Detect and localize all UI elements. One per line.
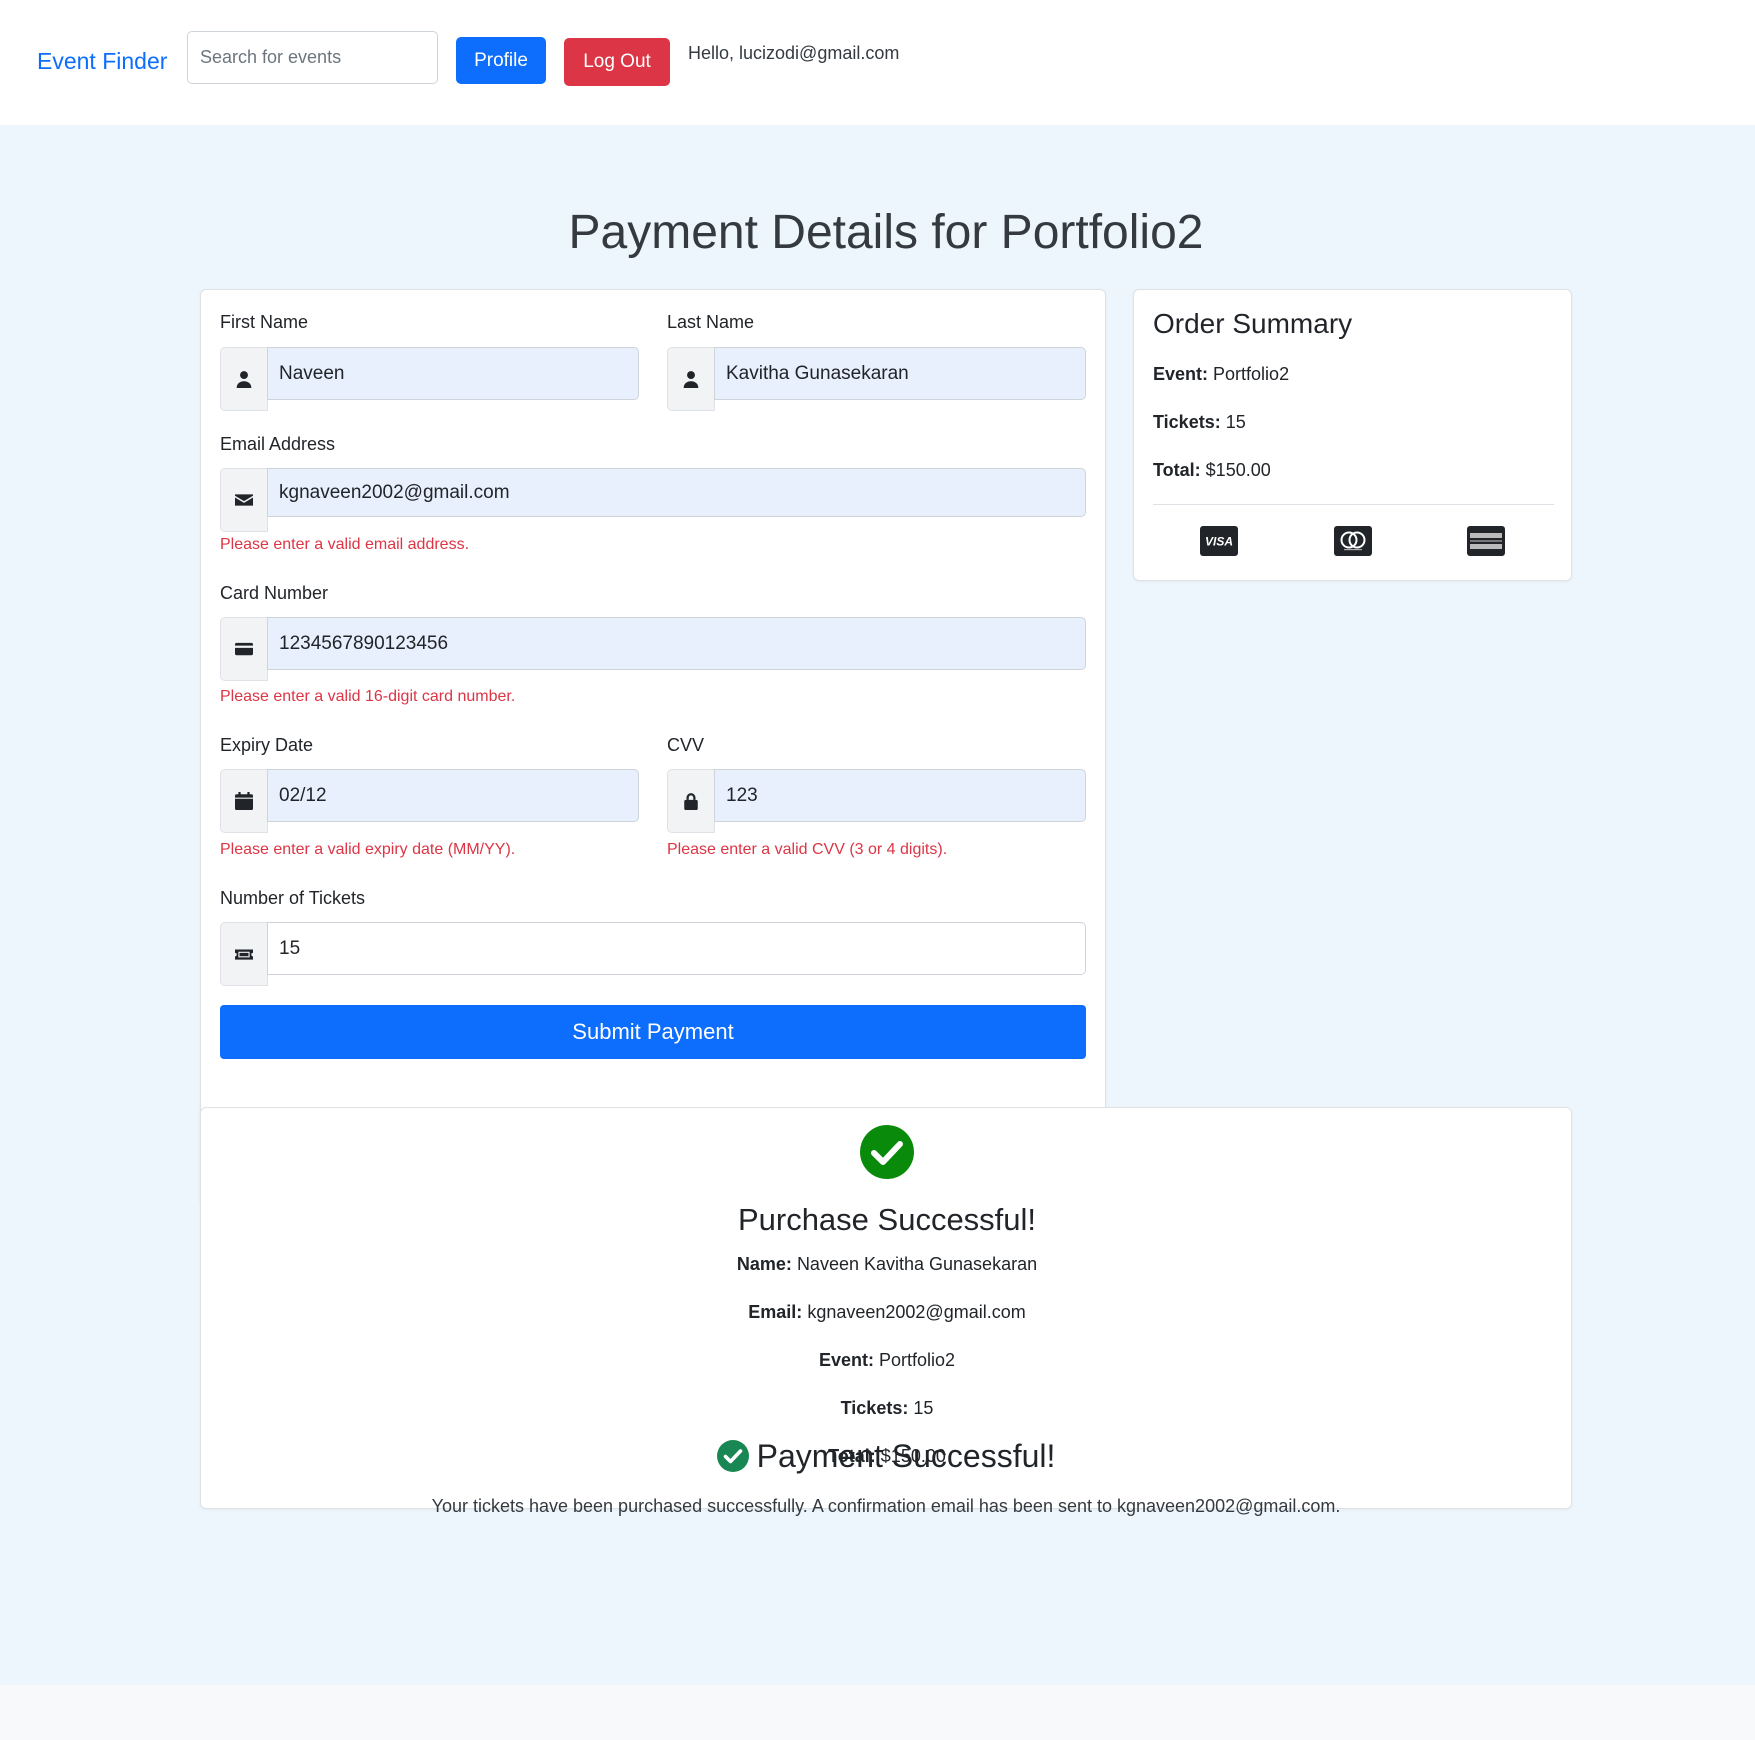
brand-link[interactable]: Event Finder	[37, 48, 167, 75]
search-input[interactable]	[187, 31, 438, 84]
amex-icon	[1467, 526, 1505, 556]
purchase-email-value: kgnaveen2002@gmail.com	[807, 1302, 1026, 1322]
last-name-group	[667, 347, 1086, 411]
svg-text:VISA: VISA	[1205, 535, 1233, 549]
check-circle-icon	[716, 1440, 749, 1472]
payment-form: First Name Last Name Email Address Pleas…	[200, 289, 1106, 1204]
cvv-error: Please enter a valid CVV (3 or 4 digits)…	[667, 841, 948, 858]
order-summary-title: Order Summary	[1153, 308, 1353, 339]
card-number-input[interactable]	[267, 617, 1086, 670]
user-greeting: Hello, lucizodi@gmail.com	[688, 43, 900, 63]
purchase-tickets: Tickets: 15	[201, 1398, 1573, 1419]
navbar: Event Finder Profile Log Out Hello, luci…	[0, 0, 1755, 125]
visa-icon: VISA	[1200, 526, 1238, 556]
envelope-icon	[220, 468, 268, 532]
mastercard-icon	[1334, 526, 1372, 556]
summary-tickets-value: 15	[1225, 412, 1246, 432]
summary-event-value: Portfolio2	[1213, 364, 1290, 384]
page-title: Payment Details for Portfolio2	[568, 206, 1204, 259]
ticket-icon	[220, 922, 268, 986]
profile-button[interactable]: Profile	[456, 37, 546, 84]
email-group	[220, 468, 1086, 532]
summary-tickets-label: Tickets:	[1153, 412, 1221, 432]
card-number-group	[220, 617, 1086, 681]
payment-success-title: Payment Successful!	[756, 1438, 1056, 1474]
purchase-event-value: Portfolio2	[878, 1350, 956, 1370]
purchase-name-label: Name:	[736, 1254, 792, 1274]
logout-button[interactable]: Log Out	[564, 38, 670, 86]
tickets-label: Number of Tickets	[220, 888, 366, 908]
tickets-input[interactable]	[267, 922, 1086, 975]
purchase-event-label: Event:	[818, 1350, 874, 1370]
summary-event-label: Event:	[1153, 364, 1209, 384]
card-number-label: Card Number	[220, 583, 329, 603]
footer	[0, 1685, 1755, 1740]
purchase-tickets-value: 15	[913, 1398, 934, 1418]
summary-total-label: Total:	[1153, 460, 1201, 480]
email-error: Please enter a valid email address.	[220, 536, 470, 553]
summary-tickets: Tickets: 15	[1153, 412, 1246, 433]
cvv-label: CVV	[667, 735, 705, 755]
email-input[interactable]	[267, 468, 1086, 517]
card-number-error: Please enter a valid 16-digit card numbe…	[220, 688, 516, 705]
purchase-success-title: Purchase Successful!	[737, 1202, 1037, 1237]
purchase-tickets-label: Tickets:	[840, 1398, 909, 1418]
purchase-email-label: Email:	[748, 1302, 803, 1322]
payment-success-message: Your tickets have been purchased success…	[431, 1496, 1341, 1516]
first-name-input[interactable]	[267, 347, 639, 400]
lock-icon	[667, 769, 715, 833]
expiry-label: Expiry Date	[220, 735, 314, 755]
expiry-group	[220, 769, 639, 833]
last-name-input[interactable]	[714, 347, 1086, 400]
submit-payment-button[interactable]: Submit Payment	[220, 1005, 1086, 1059]
first-name-label: First Name	[220, 312, 309, 332]
last-name-label: Last Name	[667, 312, 755, 332]
user-icon	[220, 347, 268, 411]
purchase-event: Event: Portfolio2	[201, 1350, 1573, 1371]
cvv-group	[667, 769, 1086, 833]
purchase-name: Name: Naveen Kavitha Gunasekaran	[201, 1254, 1573, 1275]
email-label: Email Address	[220, 434, 336, 454]
purchase-name-value: Naveen Kavitha Gunasekaran	[796, 1254, 1038, 1274]
tickets-group	[220, 922, 1086, 986]
summary-divider	[1153, 504, 1554, 505]
summary-total-value: $150.00	[1205, 460, 1271, 480]
expiry-input[interactable]	[267, 769, 639, 822]
summary-total: Total: $150.00	[1153, 460, 1271, 481]
summary-event: Event: Portfolio2	[1153, 364, 1289, 385]
check-circle-icon	[860, 1125, 914, 1179]
order-summary: Order Summary Event: Portfolio2 Tickets:…	[1133, 289, 1572, 581]
user-icon	[667, 347, 715, 411]
first-name-group	[220, 347, 639, 411]
credit-card-icon	[220, 617, 268, 681]
payment-success-heading: Payment Successful!	[0, 1438, 1755, 1475]
expiry-error: Please enter a valid expiry date (MM/YY)…	[220, 841, 516, 858]
calendar-icon	[220, 769, 268, 833]
cvv-input[interactable]	[714, 769, 1086, 822]
purchase-email: Email: kgnaveen2002@gmail.com	[201, 1302, 1573, 1323]
